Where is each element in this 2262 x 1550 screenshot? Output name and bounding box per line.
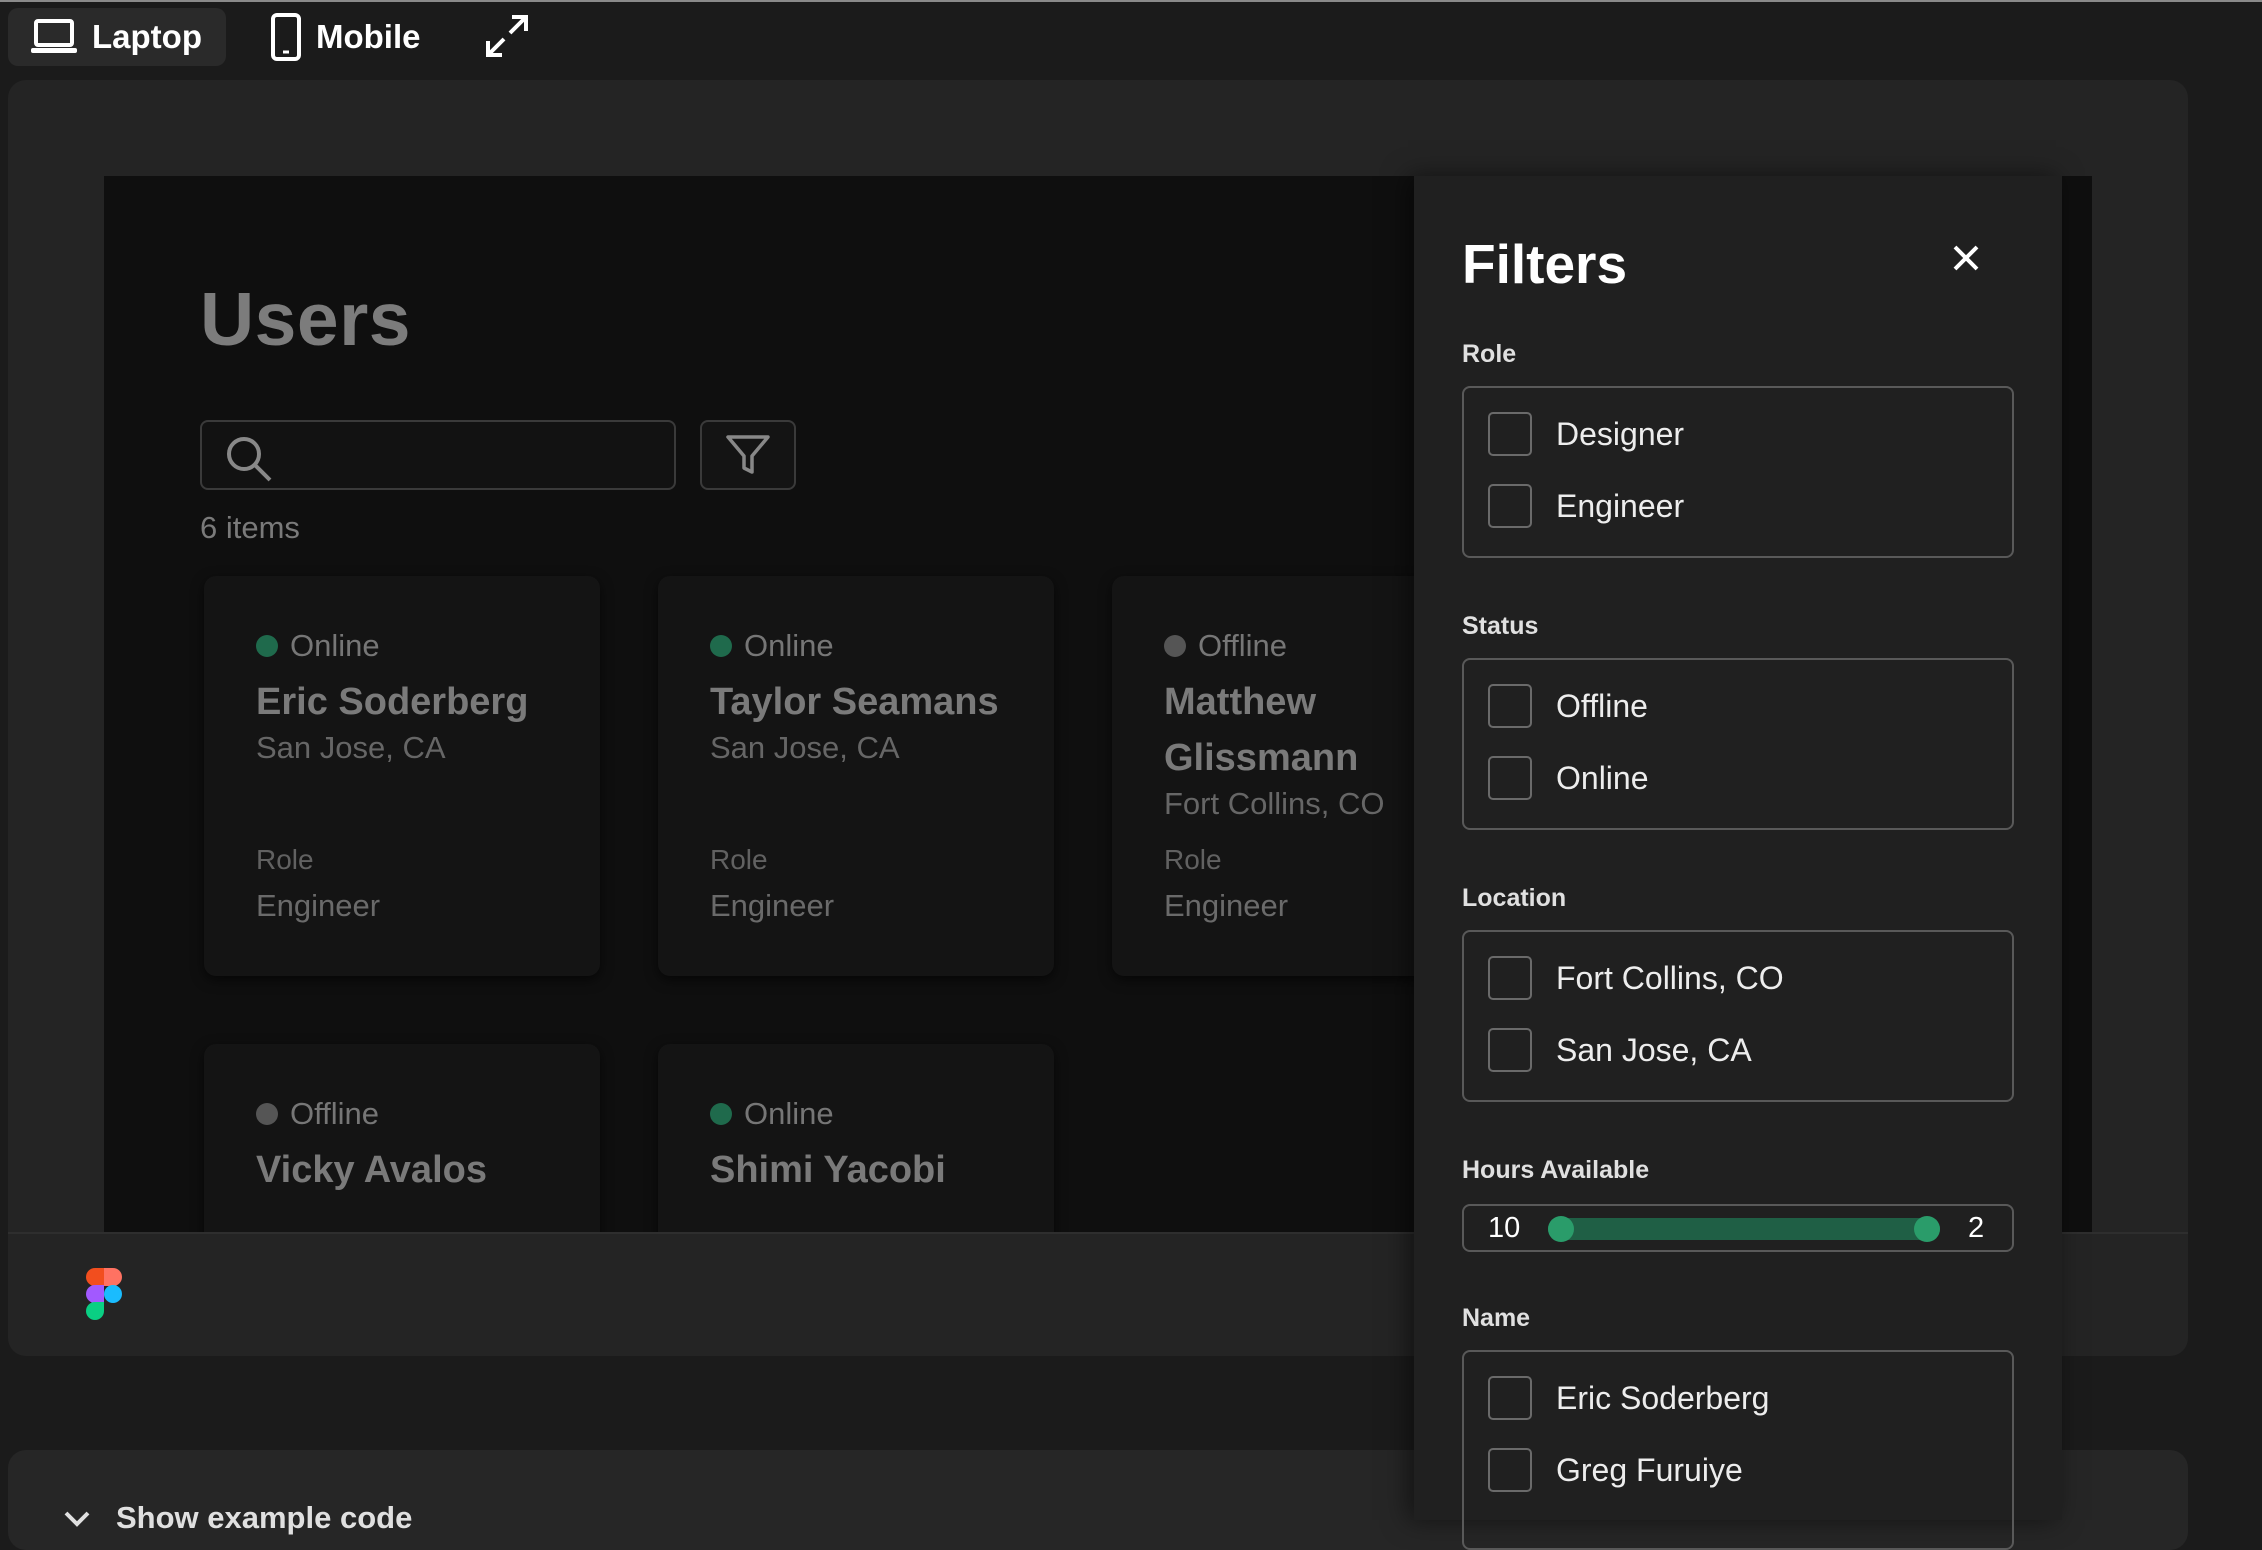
option-label: Designer (1556, 415, 1685, 452)
checkbox[interactable] (1488, 484, 1532, 528)
online-dot-icon (256, 635, 278, 657)
tab-mobile-label: Mobile (316, 18, 421, 55)
hours-min-value: 10 (1488, 1212, 1521, 1244)
tab-mobile[interactable]: Mobile (248, 8, 448, 66)
option-label: Greg Furuiye (1556, 1451, 1743, 1488)
status-option-offline[interactable]: Offline (1488, 684, 1648, 728)
role-label: Role (710, 844, 768, 875)
location-filter-group: Fort Collins, CO San Jose, CA (1462, 930, 2014, 1102)
offline-dot-icon (1164, 635, 1186, 657)
option-label: Online (1556, 759, 1649, 796)
offline-dot-icon (256, 1103, 278, 1125)
slider-fill (1548, 1218, 1940, 1240)
filters-title: Filters (1462, 233, 1628, 295)
name-option-eric[interactable]: Eric Soderberg (1488, 1376, 1769, 1420)
filter-icon (726, 435, 770, 474)
status-label: Online (744, 1096, 834, 1131)
show-code-label: Show example code (116, 1500, 413, 1535)
status-option-online[interactable]: Online (1488, 756, 1649, 800)
role-option-engineer[interactable]: Engineer (1488, 484, 1684, 528)
status-filter-group: Offline Online (1462, 658, 2014, 830)
role-value: Engineer (710, 888, 835, 923)
location-option-fort-collins[interactable]: Fort Collins, CO (1488, 956, 1784, 1000)
figma-logo-icon[interactable] (86, 1268, 122, 1320)
filter-button[interactable] (700, 420, 796, 490)
user-name: Eric Soderberg (256, 681, 529, 723)
status-label: Offline (290, 1096, 380, 1131)
status-indicator: Offline (256, 1096, 379, 1132)
search-input[interactable] (282, 432, 656, 480)
user-location: Fort Collins, CO (1164, 786, 1385, 821)
status-indicator: Online (256, 628, 380, 664)
role-filter-group: Designer Engineer (1462, 386, 2014, 558)
role-option-designer[interactable]: Designer (1488, 412, 1684, 456)
user-location: San Jose, CA (256, 730, 446, 765)
fullscreen-button[interactable] (474, 4, 540, 68)
checkbox[interactable] (1488, 1028, 1532, 1072)
checkbox[interactable] (1488, 1448, 1532, 1492)
items-count: 6 items (200, 510, 300, 545)
slider-thumb-max[interactable] (1914, 1216, 1940, 1242)
role-label: Role (256, 844, 314, 875)
page-title: Users (200, 277, 411, 361)
role-label: Role (1164, 844, 1222, 875)
checkbox[interactable] (1488, 956, 1532, 1000)
status-section-label: Status (1462, 612, 1539, 640)
name-filter-group: Eric Soderberg Greg Furuiye (1462, 1350, 2014, 1550)
user-card[interactable]: Online Taylor Seamans San Jose, CA Role … (658, 576, 1054, 976)
user-location: San Jose, CA (710, 730, 900, 765)
online-dot-icon (710, 635, 732, 657)
user-card[interactable]: Online Shimi Yacobi (658, 1044, 1054, 1232)
close-icon (1953, 245, 1979, 271)
filters-panel: Filters Role Designer Engineer Status Of… (1414, 176, 2062, 1550)
checkbox[interactable] (1488, 684, 1532, 728)
top-divider (0, 0, 2262, 2)
expand-icon (486, 15, 528, 57)
option-label: Fort Collins, CO (1556, 959, 1784, 996)
show-code-toggle[interactable]: Show example code (60, 1500, 412, 1536)
option-label: San Jose, CA (1556, 1031, 1752, 1068)
close-filters-button[interactable] (1942, 234, 1990, 282)
status-label: Online (290, 628, 380, 663)
name-option-greg[interactable]: Greg Furuiye (1488, 1448, 1743, 1492)
tab-laptop[interactable]: Laptop (8, 8, 226, 66)
status-indicator: Offline (1164, 628, 1287, 664)
tab-laptop-label: Laptop (92, 18, 202, 55)
role-value: Engineer (1164, 888, 1289, 923)
laptop-icon (31, 19, 77, 53)
status-indicator: Online (710, 628, 834, 664)
slider-thumb-min[interactable] (1548, 1216, 1574, 1242)
option-label: Eric Soderberg (1556, 1379, 1770, 1416)
hours-range-slider[interactable]: 10 2 (1462, 1204, 2014, 1252)
checkbox[interactable] (1488, 412, 1532, 456)
user-card[interactable]: Offline Vicky Avalos (204, 1044, 600, 1232)
role-value: Engineer (256, 888, 381, 923)
hours-section-label: Hours Available (1462, 1156, 1650, 1184)
location-section-label: Location (1462, 884, 1567, 912)
status-indicator: Online (710, 1096, 834, 1132)
status-label: Online (744, 628, 834, 663)
chevron-down-icon (64, 1511, 90, 1527)
user-name: Taylor Seamans (710, 681, 999, 723)
option-label: Engineer (1556, 487, 1685, 524)
search-icon (227, 437, 272, 482)
option-label: Offline (1556, 687, 1648, 724)
checkbox[interactable] (1488, 1376, 1532, 1420)
user-name: Vicky Avalos (256, 1149, 487, 1191)
name-section-label: Name (1462, 1304, 1531, 1332)
user-name: Shimi Yacobi (710, 1149, 946, 1191)
mobile-icon (271, 13, 301, 61)
slider-track[interactable] (1548, 1216, 1940, 1242)
status-label: Offline (1198, 628, 1288, 663)
online-dot-icon (710, 1103, 732, 1125)
checkbox[interactable] (1488, 756, 1532, 800)
role-section-label: Role (1462, 340, 1517, 368)
user-card[interactable]: Online Eric Soderberg San Jose, CA Role … (204, 576, 600, 976)
search-field[interactable] (200, 420, 676, 490)
location-option-san-jose[interactable]: San Jose, CA (1488, 1028, 1752, 1072)
hours-max-value: 2 (1968, 1212, 1985, 1244)
